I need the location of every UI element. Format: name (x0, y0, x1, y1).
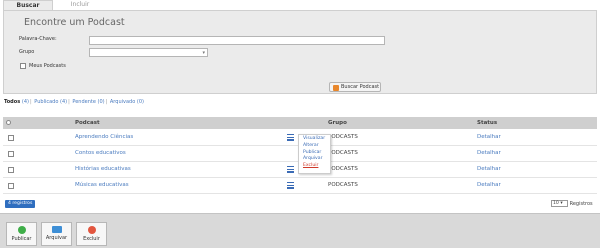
per-page-control: 10 ▾ Registros (551, 200, 593, 207)
publish-button-label: Publicar (11, 236, 32, 242)
archive-button[interactable]: Arquivar (41, 222, 72, 246)
menu-icon[interactable] (287, 166, 294, 173)
table-row: Músicas educativas PODCASTS Detalhar (3, 178, 597, 194)
header-status: Status (477, 120, 498, 126)
keyword-input[interactable] (89, 36, 385, 45)
footer-action-bar: Publicar Arquivar Excluir (0, 213, 600, 248)
tab-incluir[interactable]: Incluir (55, 0, 105, 10)
group-label: Grupo (19, 49, 35, 55)
menu-item-alterar[interactable]: Alterar (303, 143, 330, 150)
chevron-down-icon: ▾ (202, 50, 205, 56)
filter-pendente[interactable]: Pendente (0) (72, 99, 104, 105)
search-panel: Encontre um Podcast Palavra-Chave: Grupo… (3, 10, 597, 94)
header-grupo: Grupo (328, 120, 347, 126)
per-page-label: Registros (569, 201, 593, 207)
search-podcast-button-label: Buscar Podcast (341, 84, 380, 90)
row-group: PODCASTS (328, 150, 358, 156)
filter-todos[interactable]: Todos (4) (4, 99, 29, 105)
table-header: Podcast Grupo Status (3, 117, 597, 129)
filter-arquivado[interactable]: Arquivado (0) (110, 99, 144, 105)
row-group: PODCASTS (328, 182, 358, 188)
actions-menu: Visualizar Alterar Publicar Arquivar Exc… (298, 134, 331, 174)
delete-icon (87, 226, 96, 234)
details-link[interactable]: Detalhar (477, 146, 501, 161)
row-checkbox[interactable] (8, 183, 14, 189)
select-all-checkbox[interactable] (6, 120, 11, 125)
status-filters: Todos (4)| Publicado (4)| Pendente (0)| … (4, 99, 144, 105)
header-podcast: Podcast (75, 120, 100, 126)
tab-bar: Buscar Incluir (0, 0, 600, 10)
row-group: PODCASTS (328, 166, 358, 172)
records-count-badge: 4 registros (5, 200, 36, 208)
filter-publicado[interactable]: Publicado (4) (34, 99, 67, 105)
delete-button[interactable]: Excluir (76, 222, 107, 246)
group-select[interactable]: ▾ (89, 48, 208, 57)
row-checkbox[interactable] (8, 151, 14, 157)
podcast-link[interactable]: Músicas educativas (75, 178, 129, 193)
details-link[interactable]: Detalhar (477, 178, 501, 193)
row-group: PODCASTS (328, 134, 358, 140)
details-link[interactable]: Detalhar (477, 162, 501, 177)
per-page-select[interactable]: 10 ▾ (551, 200, 568, 207)
delete-button-label: Excluir (83, 236, 100, 242)
details-link[interactable]: Detalhar (477, 130, 501, 145)
keyword-label: Palavra-Chave: (19, 36, 57, 42)
podcast-link[interactable]: Aprendendo Ciências (75, 130, 133, 145)
podcast-link[interactable]: Histórias educativas (75, 162, 131, 177)
tab-buscar[interactable]: Buscar (3, 0, 53, 10)
my-podcasts-checkbox[interactable] (20, 63, 26, 69)
menu-icon[interactable] (287, 182, 294, 189)
archive-icon (51, 226, 62, 233)
podcast-link[interactable]: Contos educativos (75, 146, 126, 161)
row-checkbox[interactable] (8, 135, 14, 141)
menu-item-visualizar[interactable]: Visualizar (303, 136, 330, 143)
archive-button-label: Arquivar (45, 235, 68, 241)
publish-button[interactable]: Publicar (6, 222, 37, 246)
menu-icon[interactable] (287, 134, 294, 141)
page-title: Encontre um Podcast (24, 17, 125, 28)
my-podcasts-label: Meus Podcasts (29, 63, 66, 69)
search-podcast-button[interactable]: Buscar Podcast (329, 82, 381, 92)
menu-item-excluir[interactable]: Excluir (303, 163, 330, 170)
row-checkbox[interactable] (8, 167, 14, 173)
check-icon (17, 226, 26, 234)
search-icon (333, 84, 339, 91)
